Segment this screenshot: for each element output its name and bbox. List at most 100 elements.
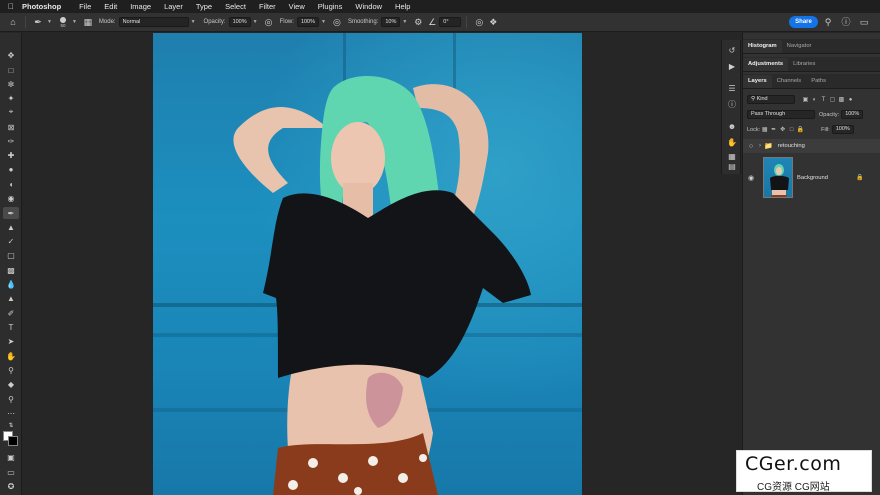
help-icon[interactable]: ⓘ bbox=[840, 16, 852, 28]
brush-panel-icon[interactable]: ✋ bbox=[725, 137, 739, 149]
menu-layer[interactable]: Layer bbox=[164, 2, 183, 11]
chevron-down-icon[interactable]: ▼ bbox=[191, 19, 196, 25]
pressure-opacity-icon[interactable]: ◎ bbox=[262, 15, 276, 29]
pen-tool-icon[interactable]: ✐ bbox=[3, 307, 19, 319]
filter-toggle-icon[interactable]: ● bbox=[846, 97, 855, 103]
tab-navigator[interactable]: Navigator bbox=[782, 40, 817, 53]
menu-select[interactable]: Select bbox=[225, 2, 246, 11]
background-color[interactable] bbox=[8, 436, 18, 446]
path-select-tool-icon[interactable]: ➤ bbox=[3, 335, 19, 347]
angle-field[interactable]: 0° bbox=[439, 17, 462, 27]
brush-tool-icon[interactable]: ✒ bbox=[3, 207, 19, 219]
search-icon[interactable]: ⚲ bbox=[822, 16, 834, 28]
type-tool-icon[interactable]: T bbox=[3, 321, 19, 333]
blur-tool-icon[interactable]: 💧 bbox=[3, 278, 19, 290]
tab-paths[interactable]: Paths bbox=[806, 75, 831, 88]
clone-stamp-tool-icon[interactable]: ▲ bbox=[3, 221, 19, 233]
eraser-tool-icon[interactable]: ▢ bbox=[3, 249, 19, 261]
menu-window[interactable]: Window bbox=[355, 2, 382, 11]
lock-all-icon[interactable]: 🔒 bbox=[796, 126, 805, 133]
dodge-tool-icon[interactable]: ▲ bbox=[3, 292, 19, 304]
layer-group-row[interactable]: ○ › 📁 retouching bbox=[743, 139, 880, 153]
lock-pixels-icon[interactable]: ✒ bbox=[769, 126, 778, 133]
apple-icon[interactable]:  bbox=[0, 2, 22, 11]
play-actions-icon[interactable]: ▶ bbox=[725, 61, 739, 73]
spot-brush-tool-icon[interactable]: ● bbox=[3, 163, 19, 175]
filter-type-icon[interactable]: T bbox=[819, 97, 828, 103]
tab-histogram[interactable]: Histogram bbox=[743, 40, 782, 53]
brush-settings-icon[interactable]: ▦ bbox=[81, 15, 95, 29]
chevron-down-icon[interactable]: ▼ bbox=[253, 19, 258, 25]
history-icon[interactable]: ↺ bbox=[725, 45, 739, 57]
filter-shape-icon[interactable]: ▢ bbox=[828, 96, 837, 103]
lock-artboard-icon[interactable]: □ bbox=[787, 127, 796, 133]
flow-field[interactable]: 100% bbox=[296, 17, 320, 27]
crop-tool-icon[interactable]: ⌖ bbox=[3, 106, 19, 118]
chevron-down-icon[interactable]: ▼ bbox=[72, 19, 77, 25]
eyedropper-tool-icon[interactable]: ✑ bbox=[3, 135, 19, 147]
layer-opacity-field[interactable]: 100% bbox=[841, 110, 864, 119]
more-tools-icon[interactable]: ⋯ bbox=[3, 407, 19, 419]
zoom-tool-icon[interactable]: ⚲ bbox=[3, 364, 19, 376]
layer-name[interactable]: Background bbox=[797, 175, 828, 181]
filter-adjustment-icon[interactable]: ◐ bbox=[810, 97, 819, 103]
share-button[interactable]: Share bbox=[789, 16, 818, 28]
pressure-size-icon[interactable]: ◎ bbox=[472, 15, 486, 29]
document-canvas[interactable] bbox=[153, 33, 582, 495]
properties-icon[interactable]: ☰ bbox=[725, 83, 739, 95]
fill-field[interactable]: 100% bbox=[831, 125, 854, 134]
menu-edit[interactable]: Edit bbox=[104, 2, 117, 11]
edit-toolbar-icon[interactable]: ✪ bbox=[3, 480, 19, 492]
shape-tool-icon[interactable]: ◆ bbox=[3, 378, 19, 390]
color-swatches[interactable] bbox=[3, 431, 19, 446]
lock-transparent-icon[interactable]: ▦ bbox=[760, 126, 769, 133]
info-icon[interactable]: ⓘ bbox=[725, 99, 739, 111]
healing-brush-tool-icon[interactable]: ✚ bbox=[3, 149, 19, 161]
gear-icon[interactable]: ⚙ bbox=[411, 15, 425, 29]
patch-tool-icon[interactable]: ◖ bbox=[3, 178, 19, 190]
menu-help[interactable]: Help bbox=[395, 2, 410, 11]
quick-select-tool-icon[interactable]: ✦ bbox=[3, 92, 19, 104]
opacity-field[interactable]: 100% bbox=[228, 17, 251, 27]
menu-file[interactable]: File bbox=[79, 2, 91, 11]
lasso-tool-icon[interactable]: ✼ bbox=[3, 78, 19, 90]
layer-name[interactable]: retouching bbox=[778, 143, 805, 149]
layer-background-row[interactable]: ◉ Background 🔒 bbox=[743, 155, 880, 200]
zoom-tool-icon[interactable]: ⚲ bbox=[3, 393, 19, 405]
filter-pixel-icon[interactable]: ▣ bbox=[801, 96, 810, 103]
workspace-icon[interactable]: ▭ bbox=[858, 16, 870, 28]
mode-select[interactable]: Normal bbox=[118, 17, 189, 27]
notes-icon[interactable]: ▤ bbox=[725, 161, 739, 173]
smoothing-field[interactable]: 10% bbox=[381, 17, 401, 27]
screen-mode-icon[interactable]: ▭ bbox=[3, 466, 19, 478]
symmetry-icon[interactable]: ❖ bbox=[486, 15, 500, 29]
history-brush-tool-icon[interactable]: ✓ bbox=[3, 235, 19, 247]
tab-adjustments[interactable]: Adjustments bbox=[743, 58, 789, 71]
lock-position-icon[interactable]: ✥ bbox=[778, 126, 787, 133]
default-colors-icon[interactable]: ⇅ bbox=[3, 421, 19, 429]
home-icon[interactable]: ⌂ bbox=[6, 15, 20, 29]
airbrush-icon[interactable]: ◎ bbox=[330, 15, 344, 29]
brush-preset-picker[interactable]: 50 bbox=[56, 16, 70, 28]
menu-plugins[interactable]: Plugins bbox=[318, 2, 343, 11]
filter-smart-icon[interactable]: ▩ bbox=[837, 96, 846, 103]
hand-tool-icon[interactable]: ✋ bbox=[3, 350, 19, 362]
menu-view[interactable]: View bbox=[289, 2, 305, 11]
menu-filter[interactable]: Filter bbox=[259, 2, 276, 11]
menu-type[interactable]: Type bbox=[196, 2, 212, 11]
blend-mode-select[interactable]: Pass Through bbox=[747, 110, 815, 119]
chevron-down-icon[interactable]: ▼ bbox=[47, 19, 52, 25]
tab-channels[interactable]: Channels bbox=[772, 75, 807, 88]
frame-tool-icon[interactable]: ⊠ bbox=[3, 121, 19, 133]
people-icon[interactable]: ☻ bbox=[725, 121, 739, 133]
filter-kind-select[interactable]: ⚲ Kind bbox=[747, 95, 795, 104]
tab-layers[interactable]: Layers bbox=[743, 75, 772, 88]
visibility-eye-icon[interactable]: ○ bbox=[743, 143, 759, 150]
visibility-eye-icon[interactable]: ◉ bbox=[743, 174, 759, 182]
menu-image[interactable]: Image bbox=[130, 2, 151, 11]
brush-tool-icon[interactable]: ✒ bbox=[31, 15, 45, 29]
move-tool-icon[interactable]: ✥ bbox=[3, 49, 19, 61]
chevron-down-icon[interactable]: ▼ bbox=[402, 19, 407, 25]
tab-libraries[interactable]: Libraries bbox=[788, 58, 820, 71]
gradient-tool-icon[interactable]: ▩ bbox=[3, 264, 19, 276]
